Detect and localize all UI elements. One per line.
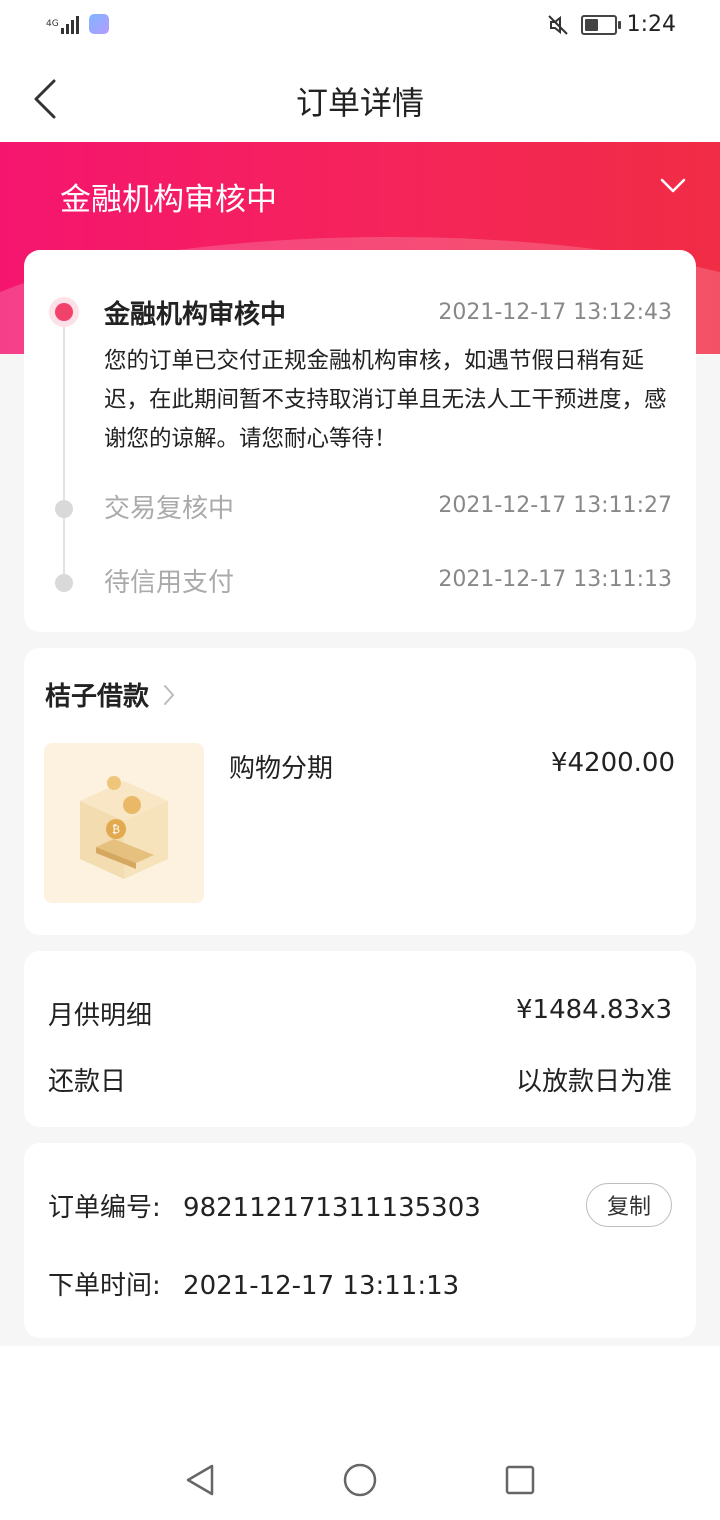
product-name: 购物分期 xyxy=(229,754,334,784)
coin-box-icon: ₿ xyxy=(80,776,168,879)
triangle-back-icon xyxy=(186,1464,214,1496)
system-nav-bar xyxy=(0,1440,720,1520)
order-info-card: 订单编号: 982112171311135303 复制 下单时间: 2021-1… xyxy=(24,1143,696,1338)
timeline-step-time: 2021-12-17 13:11:27 xyxy=(438,493,672,518)
system-recents-button[interactable] xyxy=(500,1460,540,1500)
provider-link[interactable]: 桔子借款 xyxy=(45,676,175,713)
product-card: 桔子借款 ₿ 购物分期 ¥4200.00 xyxy=(24,648,696,935)
order-time-label: 下单时间: xyxy=(48,1271,161,1301)
mute-icon xyxy=(547,14,568,35)
system-back-button[interactable] xyxy=(180,1460,220,1500)
monthly-payment-value: ¥1484.83x3 xyxy=(516,995,672,1025)
battery-icon xyxy=(580,14,621,35)
repayment-date-label: 还款日 xyxy=(48,1067,127,1097)
timeline-dot xyxy=(55,500,73,518)
network-type: 4G xyxy=(46,18,59,29)
chevron-down-icon xyxy=(660,178,686,193)
timeline-step-title: 交易复核中 xyxy=(104,494,235,524)
status-right: 1:24 xyxy=(547,12,676,37)
timeline-step-time: 2021-12-17 13:11:13 xyxy=(438,567,672,592)
monthly-payment-label: 月供明细 xyxy=(48,1001,153,1031)
timeline-step-title: 金融机构审核中 xyxy=(104,300,287,330)
system-home-button[interactable] xyxy=(340,1460,380,1500)
order-time-value: 2021-12-17 13:11:13 xyxy=(183,1271,460,1301)
status-left: 4G xyxy=(46,14,109,34)
repayment-card: 月供明细 ¥1484.83x3 还款日 以放款日为准 xyxy=(24,951,696,1127)
progress-timeline-card: 金融机构审核中 2021-12-17 13:12:43 您的订单已交付正规金融机… xyxy=(24,250,696,632)
provider-name: 桔子借款 xyxy=(45,682,150,712)
nav-bar: 订单详情 xyxy=(0,56,720,142)
circle-home-icon xyxy=(343,1463,377,1497)
repayment-date-value: 以放款日为准 xyxy=(515,1067,672,1097)
square-recents-icon xyxy=(505,1465,535,1495)
timeline-dot-active xyxy=(55,303,73,321)
order-time-row: 下单时间: 2021-12-17 13:11:13 xyxy=(48,1265,459,1302)
product-price: ¥4200.00 xyxy=(550,748,675,778)
timeline-step-time: 2021-12-17 13:12:43 xyxy=(438,300,672,325)
timeline-step-description: 您的订单已交付正规金融机构审核，如遇节假日稍有延迟，在此期间暂不支持取消订单且无… xyxy=(104,348,667,452)
order-number-label: 订单编号: xyxy=(48,1193,161,1223)
order-number-row: 订单编号: 982112171311135303 xyxy=(48,1187,481,1224)
order-number-value: 982112171311135303 xyxy=(183,1193,481,1223)
timeline-step-title: 待信用支付 xyxy=(104,568,235,598)
timeline-dot xyxy=(55,574,73,592)
expand-toggle[interactable] xyxy=(660,178,686,198)
page-title: 订单详情 xyxy=(295,84,424,122)
signal-icon xyxy=(60,14,81,34)
status-bar: 4G 1:24 xyxy=(0,0,720,56)
timeline-line xyxy=(63,318,65,574)
chevron-right-icon xyxy=(163,684,175,706)
banner-status-text: 金融机构审核中 xyxy=(60,182,277,218)
svg-text:₿: ₿ xyxy=(112,824,120,836)
clock: 1:24 xyxy=(626,12,676,37)
product-image: ₿ xyxy=(44,743,204,903)
copy-button[interactable]: 复制 xyxy=(586,1183,672,1227)
app-notification-icon xyxy=(88,14,109,34)
